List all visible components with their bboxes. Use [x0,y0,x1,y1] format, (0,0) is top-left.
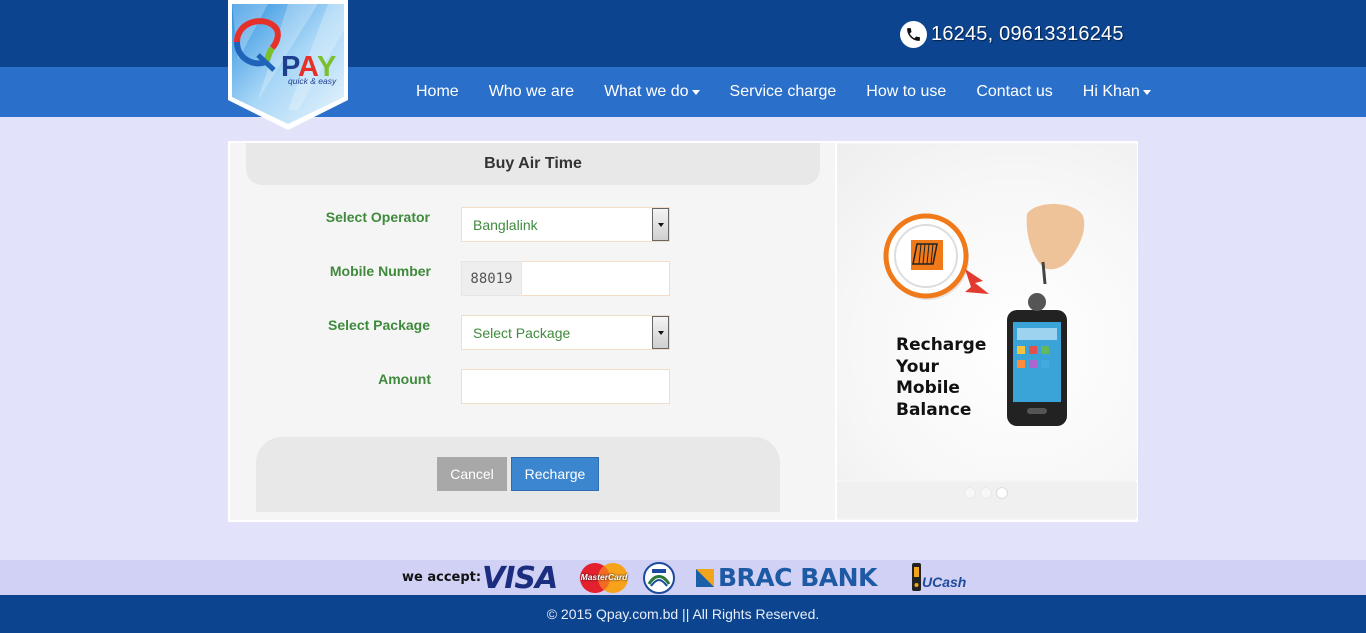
nav-user-menu[interactable]: Hi Khan [1068,83,1166,101]
brac-bank-logo: BRAC BANK [696,563,877,592]
amount-label: Amount [378,371,431,387]
we-accept-label: we accept: [402,570,482,585]
nav-what-we-do[interactable]: What we do [589,83,714,101]
top-header-bar [0,0,1366,67]
slider-dot-2[interactable] [980,487,992,499]
amount-input[interactable] [461,369,670,404]
payment-methods-bar [0,560,1366,595]
recharge-illustration [883,204,1085,426]
chevron-down-icon [657,222,664,227]
mobile-number-group: 88019 [461,261,670,296]
mobile-number-input[interactable] [522,261,670,296]
nav-label: Service charge [729,83,837,100]
form-header: Buy Air Time [246,143,820,185]
copyright-text: © 2015 Qpay.com.bd || All Rights Reserve… [546,606,820,622]
operator-label: Select Operator [325,209,430,225]
bank-seal-icon [643,562,675,594]
brac-bank-text: BRAC BANK [718,563,877,592]
nav-contact-us[interactable]: Contact us [961,83,1067,101]
caption-line: Recharge [896,335,987,355]
chevron-down-icon [657,330,664,335]
nav-label: Home [416,83,459,100]
caret-down-icon [1142,89,1151,95]
nav-label: Contact us [976,83,1053,100]
mastercard-logo: MasterCard [578,562,630,594]
nav-who-we-are[interactable]: Who we are [474,83,589,101]
package-select[interactable]: Select Package [461,315,670,350]
slider-dot-3[interactable] [996,487,1008,499]
promo-slider[interactable]: Recharge Your Mobile Balance [837,144,1137,480]
mastercard-text: MasterCard [580,572,628,582]
form-title: Buy Air Time [484,155,582,172]
nav-how-to-use[interactable]: How to use [851,83,961,101]
mobile-number-label: Mobile Number [329,263,431,279]
svg-text:quick & easy: quick & easy [288,76,337,86]
caption-line: Mobile [896,378,960,398]
caption-line: Balance [896,399,972,420]
caption-line: Your [896,356,939,377]
nav-home[interactable]: Home [401,83,474,101]
mobile-prefix: 88019 [461,261,522,296]
hotline: 16245, 09613316245 [900,21,1124,48]
operator-select[interactable]: Banglalink [461,207,670,242]
package-label: Select Package [328,317,430,333]
ucash-text: UCash [922,574,967,590]
footer: © 2015 Qpay.com.bd || All Rights Reserve… [0,595,1366,633]
nav-label: Hi Khan [1082,83,1140,100]
hotline-numbers: 16245, 09613316245 [931,23,1124,45]
nav-label: How to use [866,83,947,100]
nav-label: Who we are [488,83,575,100]
operator-dropdown-button[interactable] [652,208,669,241]
phone-icon [900,21,927,48]
cancel-button[interactable]: Cancel [437,457,507,491]
slide-caption: Recharge Your Mobile Balance [896,335,986,421]
nav-label: What we do [604,83,689,100]
visa-logo: VISA [482,561,558,596]
package-selected-value: Select Package [473,324,571,341]
brac-mark-icon [696,568,714,587]
package-dropdown-button[interactable] [652,316,669,349]
operator-selected-value: Banglalink [473,216,538,233]
form-actions: Cancel Recharge [256,437,780,512]
recharge-button[interactable]: Recharge [511,457,599,491]
slider-pagination [837,482,1137,518]
nav-service-charge[interactable]: Service charge [715,83,852,101]
caret-down-icon [691,89,700,95]
slider-dot-1[interactable] [964,487,976,499]
main-nav: Home Who we are What we do Service charg… [401,67,1166,117]
qpay-logo[interactable]: P A Y quick & easy [228,0,348,130]
buy-airtime-panel: Buy Air Time Select Operator Banglalink … [228,141,1138,522]
